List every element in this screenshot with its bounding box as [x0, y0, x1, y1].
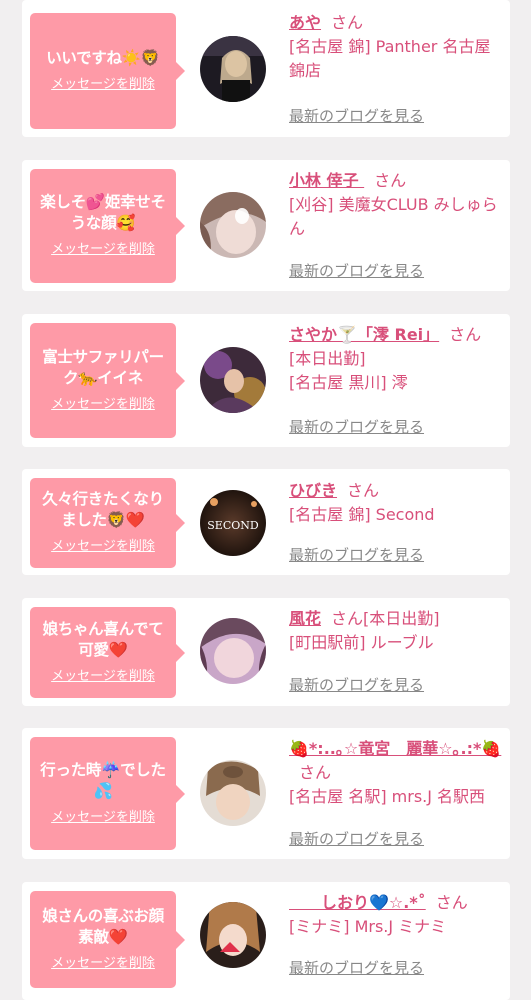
- delete-message-link[interactable]: メッセージを削除: [51, 539, 155, 555]
- delete-message-link[interactable]: メッセージを削除: [51, 397, 155, 413]
- girl-name-link[interactable]: 風花: [289, 609, 321, 628]
- avatar-photo-icon: [200, 36, 266, 102]
- message-bubble: 楽しそ💕姫幸せそうな顔🥰 メッセージを削除: [30, 169, 185, 283]
- message-card: 娘さんの喜ぶお顔素敵❤️ メッセージを削除 しおり💙☆.*˚ さん [ミナミ] M…: [22, 882, 510, 1000]
- message-card: 富士サファリパーク🐆イイネ メッセージを削除 さやか🍸「澪 Rei」 さん [本日…: [22, 314, 510, 447]
- avatar[interactable]: [200, 36, 266, 102]
- message-bubble: 富士サファリパーク🐆イイネ メッセージを削除: [30, 323, 185, 438]
- avatar[interactable]: [200, 902, 266, 968]
- work-status: [本日出勤]: [289, 349, 366, 368]
- message-text: 行った時☔️でした💦: [40, 760, 166, 800]
- avatar-photo-icon: [200, 760, 266, 826]
- avatar-photo-icon: SECOND: [200, 490, 266, 556]
- message-text: いいですね☀️🦁: [46, 48, 160, 67]
- message-bubble: 久々行きたくなりました🦁❤️ メッセージを削除: [30, 478, 185, 568]
- shop-info: [名古屋 黒川] 澪: [289, 373, 408, 392]
- message-card: 久々行きたくなりました🦁❤️ メッセージを削除 SECOND ひびき さん [名古…: [22, 469, 510, 575]
- avatar[interactable]: SECOND: [200, 490, 266, 556]
- message-bubble: 行った時☔️でした💦 メッセージを削除: [30, 737, 185, 850]
- honorific: さん: [449, 325, 482, 344]
- honorific: さん: [331, 13, 364, 32]
- girl-name-link[interactable]: 🍓*:..｡☆竜宮 麗華☆｡.:*🍓: [289, 739, 501, 758]
- latest-blog-link[interactable]: 最新のブログを見る: [289, 546, 424, 564]
- message-card: 行った時☔️でした💦 メッセージを削除 🍓*:..｡☆竜宮 麗華☆｡.:*🍓 さん…: [22, 728, 510, 859]
- girl-info: あや さん [名古屋 錦] Panther 名古屋錦店: [289, 11, 505, 83]
- delete-message-link[interactable]: メッセージを削除: [51, 242, 155, 258]
- honorific: さん: [435, 893, 468, 912]
- delete-message-link[interactable]: メッセージを削除: [51, 810, 155, 826]
- message-card: 娘ちゃん喜んでて可愛❤️ メッセージを削除 風花 さん[本日出勤] [町田駅前] …: [22, 598, 510, 706]
- latest-blog-link[interactable]: 最新のブログを見る: [289, 262, 424, 280]
- work-status: [本日出勤]: [363, 609, 440, 628]
- delete-message-link[interactable]: メッセージを削除: [51, 956, 155, 972]
- latest-blog-link[interactable]: 最新のブログを見る: [289, 959, 424, 977]
- avatar-photo-icon: [200, 902, 266, 968]
- message-text: 楽しそ💕姫幸せそうな顔🥰: [40, 193, 166, 232]
- delete-message-link[interactable]: メッセージを削除: [51, 669, 155, 685]
- girl-info: さやか🍸「澪 Rei」 さん [本日出勤] [名古屋 黒川] 澪: [289, 323, 505, 395]
- latest-blog-link[interactable]: 最新のブログを見る: [289, 418, 424, 436]
- message-text: 娘さんの喜ぶお顔素敵❤️: [42, 906, 164, 946]
- latest-blog-link[interactable]: 最新のブログを見る: [289, 830, 424, 848]
- avatar[interactable]: [200, 347, 266, 413]
- honorific: さん: [331, 609, 364, 628]
- message-bubble: 娘さんの喜ぶお顔素敵❤️ メッセージを削除: [30, 891, 185, 988]
- shop-info: [ミナミ] Mrs.J ミナミ: [289, 917, 447, 936]
- message-card: いいですね☀️🦁 メッセージを削除 あや さん [名古屋 錦] Panther 名…: [22, 0, 510, 137]
- girl-info: 小林 倖子 さん [刈谷] 美魔女CLUB みしゅらん: [289, 169, 505, 241]
- delete-message-link[interactable]: メッセージを削除: [51, 77, 155, 93]
- latest-blog-link[interactable]: 最新のブログを見る: [289, 676, 424, 694]
- shop-info: [刈谷] 美魔女CLUB みしゅらん: [289, 195, 498, 238]
- shop-info: [名古屋 錦] Panther 名古屋錦店: [289, 37, 491, 80]
- avatar[interactable]: [200, 192, 266, 258]
- girl-info: 🍓*:..｡☆竜宮 麗華☆｡.:*🍓 さん [名古屋 名駅] mrs.J 名駅西: [289, 737, 505, 809]
- girl-info: しおり💙☆.*˚ さん [ミナミ] Mrs.J ミナミ: [289, 891, 505, 939]
- honorific: さん: [347, 481, 380, 500]
- shop-info: [町田駅前] ルーブル: [289, 633, 434, 652]
- message-text: 久々行きたくなりました🦁❤️: [42, 490, 164, 529]
- avatar-photo-icon: [200, 347, 266, 413]
- girl-info: ひびき さん [名古屋 錦] Second: [289, 479, 505, 527]
- girl-name-link[interactable]: しおり💙☆.*˚: [289, 893, 426, 912]
- avatar-photo-icon: [200, 618, 266, 684]
- girl-name-link[interactable]: ひびき: [289, 481, 337, 500]
- message-text: 娘ちゃん喜んでて可愛❤️: [42, 619, 164, 659]
- honorific: さん: [299, 763, 332, 782]
- shop-info: [名古屋 名駅] mrs.J 名駅西: [289, 787, 486, 806]
- avatar[interactable]: [200, 618, 266, 684]
- latest-blog-link[interactable]: 最新のブログを見る: [289, 107, 424, 125]
- avatar-photo-icon: [200, 192, 266, 258]
- girl-info: 風花 さん[本日出勤] [町田駅前] ルーブル: [289, 607, 505, 655]
- honorific: さん: [374, 171, 407, 190]
- avatar-logo-text: SECOND: [207, 519, 259, 532]
- message-bubble: 娘ちゃん喜んでて可愛❤️ メッセージを削除: [30, 607, 185, 698]
- girl-name-link[interactable]: 小林 倖子: [289, 171, 364, 190]
- avatar[interactable]: [200, 760, 266, 826]
- shop-info: [名古屋 錦] Second: [289, 505, 435, 524]
- girl-name-link[interactable]: さやか🍸「澪 Rei」: [289, 325, 439, 344]
- girl-name-link[interactable]: あや: [289, 13, 321, 32]
- message-card: 楽しそ💕姫幸せそうな顔🥰 メッセージを削除 小林 倖子 さん [刈谷] 美魔女C…: [22, 160, 510, 291]
- message-bubble: いいですね☀️🦁 メッセージを削除: [30, 13, 185, 129]
- message-text: 富士サファリパーク🐆イイネ: [42, 347, 164, 387]
